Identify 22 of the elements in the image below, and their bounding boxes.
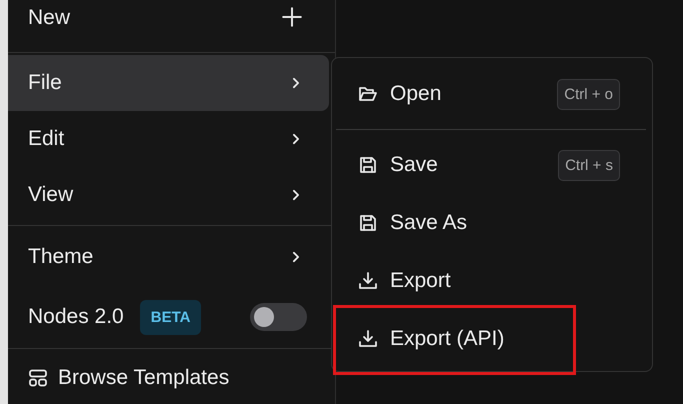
- menu-item[interactable]: File: [8, 55, 329, 111]
- beta-badge: BETA: [140, 300, 202, 334]
- submenu-item[interactable]: Save As: [336, 194, 646, 252]
- plus-icon: [281, 6, 303, 28]
- menu-item[interactable]: Nodes 2.0 BETA: [8, 286, 329, 348]
- shortcut-hint: Ctrl + o: [557, 78, 620, 110]
- menu-item[interactable]: New: [8, 0, 329, 48]
- menu-item[interactable]: Browse Templates: [8, 349, 329, 404]
- menu-item[interactable]: Edit: [8, 111, 329, 167]
- submenu-item[interactable]: Export (API): [336, 310, 646, 368]
- download-icon: [358, 271, 378, 291]
- submenu-item[interactable]: Save Ctrl + s: [336, 136, 646, 194]
- menu-item[interactable]: Theme: [8, 228, 329, 286]
- folder-icon: [358, 84, 378, 104]
- template-grid-icon: [28, 368, 48, 388]
- toggle-switch[interactable]: [250, 303, 307, 331]
- menu-item-label: Nodes 2.0: [28, 305, 124, 329]
- menu-item[interactable]: View: [8, 167, 329, 223]
- submenu-item[interactable]: Open Ctrl + o: [336, 65, 646, 123]
- download-icon: [358, 329, 378, 349]
- submenu-item[interactable]: Export: [336, 252, 646, 310]
- shortcut-hint: Ctrl + s: [558, 150, 620, 180]
